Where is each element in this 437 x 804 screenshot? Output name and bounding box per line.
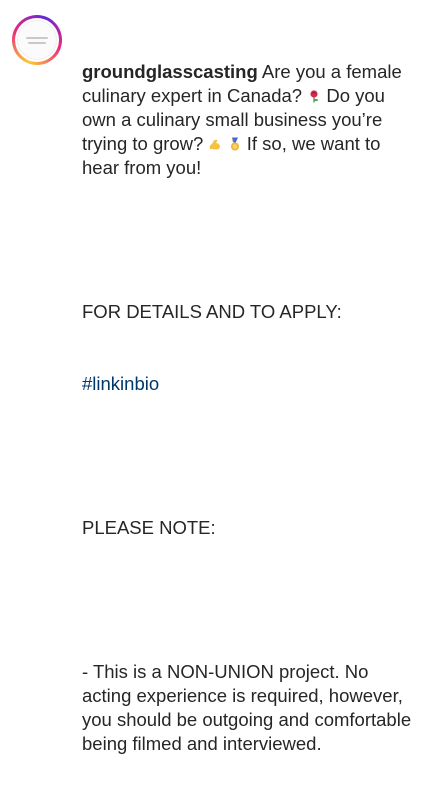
rose-icon	[307, 89, 321, 103]
logo-mark	[26, 37, 48, 39]
flexed-biceps-icon	[208, 137, 222, 151]
logo-mark	[28, 42, 46, 44]
caption-intro: groundglasscasting Are you a female culi…	[82, 60, 412, 180]
post-caption: groundglasscasting Are you a female culi…	[0, 0, 437, 754]
note-body: - This is a NON-UNION project. No acting…	[82, 661, 417, 754]
username-link[interactable]: groundglasscasting	[82, 61, 258, 82]
profile-logo-icon	[17, 20, 57, 60]
hashtag-link[interactable]: #linkinbio	[82, 373, 159, 394]
medal-icon	[228, 137, 242, 151]
note-heading: PLEASE NOTE:	[82, 517, 216, 538]
caption-text: groundglasscasting Are you a female culi…	[82, 12, 412, 804]
avatar-inner	[15, 18, 59, 62]
details-heading: FOR DETAILS AND TO APPLY:	[82, 301, 342, 322]
avatar[interactable]	[12, 15, 62, 65]
